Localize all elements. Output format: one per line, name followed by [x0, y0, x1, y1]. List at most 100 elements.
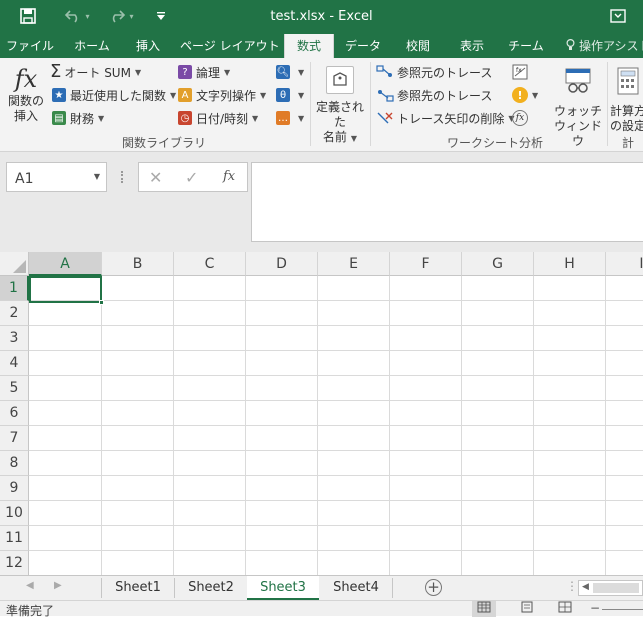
grid-line: [29, 500, 643, 501]
customize-qat-icon[interactable]: [153, 7, 169, 25]
sheet-tab-bar: ◀ ▶ Sheet1 Sheet2 Sheet3 Sheet4 + ⋮ ◀: [0, 575, 643, 600]
tab-team[interactable]: チーム: [502, 34, 550, 58]
worksheet-grid[interactable]: A B C D E F G H I 1 2 3 4 5 6 7 8 9 10 1…: [0, 252, 643, 575]
grid-line: [29, 450, 643, 451]
cancel-icon[interactable]: ✕: [149, 168, 162, 187]
horizontal-scrollbar[interactable]: ◀: [578, 580, 643, 596]
star-icon: ★: [52, 88, 66, 102]
ribbon-display-options-icon[interactable]: [608, 7, 628, 25]
tab-file[interactable]: ファイル: [4, 34, 56, 58]
tab-formulas[interactable]: 数式: [284, 34, 334, 58]
column-header-e[interactable]: E: [318, 252, 390, 276]
save-icon[interactable]: [18, 7, 38, 25]
grid-line: [29, 550, 643, 551]
row-header-2[interactable]: 2: [0, 301, 29, 326]
insert-function-label-2: 挿入: [13, 109, 38, 123]
name-box[interactable]: A1 ▼: [6, 162, 107, 192]
row-header-1[interactable]: 1: [0, 276, 29, 301]
evaluate-formula-button[interactable]: fx: [512, 108, 528, 128]
page-layout-view-icon[interactable]: [520, 601, 534, 616]
chevron-down-icon[interactable]: ▼: [94, 172, 100, 181]
column-header-c[interactable]: C: [174, 252, 246, 276]
select-all-button[interactable]: [0, 252, 29, 276]
tab-scroll-dots-icon: ⋮: [566, 579, 578, 593]
column-header-h[interactable]: H: [534, 252, 606, 276]
enter-icon[interactable]: ✓: [185, 168, 198, 187]
zoom-out-icon[interactable]: −: [590, 601, 600, 615]
tab-page-layout[interactable]: ページ レイアウト: [180, 34, 280, 58]
column-header-d[interactable]: D: [246, 252, 318, 276]
column-header-g[interactable]: G: [462, 252, 534, 276]
defined-names-label-2: 名前: [322, 130, 347, 144]
normal-view-icon[interactable]: [472, 601, 496, 617]
name-tag-icon: [326, 66, 354, 94]
calculation-options-button[interactable]: 計算方 の設定: [610, 64, 643, 134]
warning-icon: !: [512, 87, 528, 103]
row-header-5[interactable]: 5: [0, 376, 29, 401]
page-break-view-icon[interactable]: [558, 601, 572, 616]
sheet-tab-1[interactable]: Sheet1: [102, 576, 174, 600]
row-header-7[interactable]: 7: [0, 426, 29, 451]
tab-data[interactable]: データ: [340, 34, 386, 58]
status-bar: 準備完了 −: [0, 600, 643, 618]
insert-function-icon[interactable]: fx: [223, 169, 235, 184]
tab-divider: [392, 578, 393, 598]
trace-dependents-button[interactable]: 参照先のトレース: [376, 85, 492, 105]
active-cell-a1[interactable]: [29, 276, 104, 305]
datetime-button[interactable]: ◷ 日付/時刻 ▼: [178, 108, 258, 128]
watch-window-button[interactable]: ウォッチ ウィンドウ: [552, 64, 604, 149]
fill-handle[interactable]: [99, 300, 104, 305]
tab-insert[interactable]: 挿入: [126, 34, 170, 58]
trace-dependents-icon: [376, 88, 394, 102]
scroll-left-arrow-icon[interactable]: ◀: [582, 582, 589, 592]
sheet-tab-4[interactable]: Sheet4: [320, 576, 392, 600]
show-formulas-button[interactable]: fx: [512, 62, 528, 82]
redo-icon[interactable]: ▾: [104, 7, 138, 25]
row-header-12[interactable]: 12: [0, 551, 29, 575]
column-header-f[interactable]: F: [390, 252, 462, 276]
remove-arrows-button[interactable]: トレース矢印の削除 ▼: [376, 108, 515, 128]
tell-me-box[interactable]: 操作アシスト: [566, 34, 643, 58]
logical-button[interactable]: ? 論理 ▼: [178, 62, 230, 82]
row-header-11[interactable]: 11: [0, 526, 29, 551]
formula-input[interactable]: [251, 162, 643, 242]
ribbon-separator: [607, 62, 608, 146]
row-header-6[interactable]: 6: [0, 401, 29, 426]
column-header-a[interactable]: A: [29, 252, 102, 276]
show-formulas-icon: fx: [512, 64, 528, 80]
grid-line: [29, 325, 643, 326]
add-sheet-icon[interactable]: +: [425, 579, 442, 596]
recently-used-button[interactable]: ★ 最近使用した関数 ▼: [52, 85, 176, 105]
row-header-3[interactable]: 3: [0, 326, 29, 351]
row-header-8[interactable]: 8: [0, 451, 29, 476]
lookup-reference-button[interactable]: 🔍︎ ▼: [276, 62, 304, 82]
tab-home[interactable]: ホーム: [66, 34, 118, 58]
sheet-tab-3[interactable]: Sheet3: [247, 576, 319, 600]
scroll-right-icon[interactable]: ▶: [54, 580, 62, 591]
financial-button[interactable]: ▤ 財務 ▼: [52, 108, 104, 128]
undo-icon[interactable]: ▾: [60, 7, 94, 25]
scrollbar-thumb[interactable]: [593, 583, 639, 593]
row-header-9[interactable]: 9: [0, 476, 29, 501]
tab-review[interactable]: 校閲: [396, 34, 440, 58]
zoom-slider[interactable]: [602, 609, 643, 610]
trace-dependents-label: 参照先のトレース: [397, 88, 493, 103]
watch-window-label-1: ウォッチ: [553, 104, 602, 118]
column-header-b[interactable]: B: [102, 252, 174, 276]
defined-names-button[interactable]: 定義された 名前 ▼: [312, 64, 368, 146]
sheet-tab-2[interactable]: Sheet2: [175, 576, 247, 600]
scroll-left-icon[interactable]: ◀: [26, 580, 34, 591]
trace-precedents-button[interactable]: 参照元のトレース: [376, 62, 492, 82]
row-header-10[interactable]: 10: [0, 501, 29, 526]
window-title: test.xlsx - Excel: [270, 9, 373, 24]
text-functions-button[interactable]: A 文字列操作 ▼: [178, 85, 266, 105]
insert-function-button[interactable]: fx 関数の 挿入: [6, 64, 46, 124]
autosum-button[interactable]: Σ オート SUM ▼: [50, 62, 141, 82]
group-label-calculation: 計算: [622, 136, 635, 150]
tab-view[interactable]: 表示: [450, 34, 494, 58]
error-checking-button[interactable]: ! ▼: [512, 85, 538, 105]
row-header-4[interactable]: 4: [0, 351, 29, 376]
math-trig-button[interactable]: θ ▼: [276, 85, 304, 105]
more-functions-button[interactable]: … ▼: [276, 108, 304, 128]
column-header-i[interactable]: I: [606, 252, 643, 276]
